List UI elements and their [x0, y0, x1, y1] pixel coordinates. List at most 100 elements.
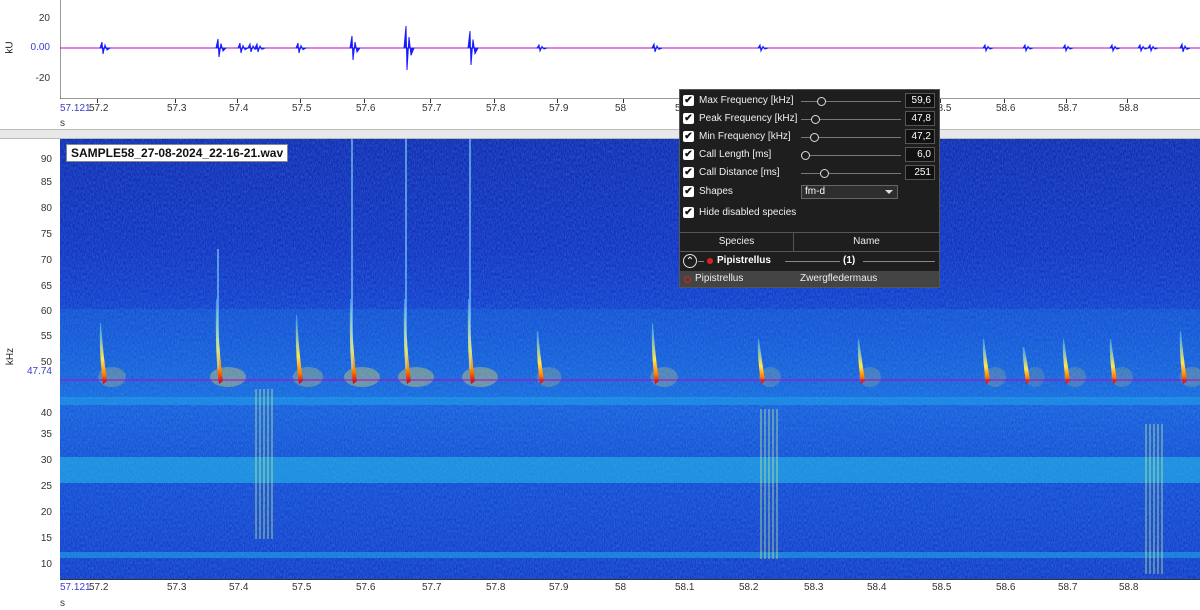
waveform-y-tick: -20	[35, 73, 50, 84]
waveform-burst	[757, 43, 769, 53]
call-length-value[interactable]: 6,0	[905, 147, 935, 162]
waveform-burst	[1022, 43, 1034, 53]
call-distance-slider-track[interactable]	[801, 173, 901, 174]
harmonic-cluster	[1157, 424, 1159, 574]
max-frequency-value[interactable]: 59,6	[905, 93, 935, 108]
max-frequency-checkbox[interactable]: ✔	[683, 95, 694, 106]
peak-frequency-slider-knob[interactable]	[811, 115, 820, 124]
spectrogram-y-tick: 90	[40, 154, 52, 165]
spectrogram-x-tick: 58.6	[996, 582, 1016, 593]
peak-frequency-value[interactable]: 47,8	[905, 111, 935, 126]
filter-row-shapes[interactable]: ✔ Shapes fm-d	[680, 183, 939, 201]
species-group-row[interactable]: ⌃ Pipistrellus (1)	[680, 252, 939, 270]
harmonic-cluster	[1145, 424, 1147, 574]
waveform-x-tick: 57.8	[486, 103, 506, 114]
max-frequency-slider-knob[interactable]	[817, 97, 826, 106]
spectrogram-y-tick: 10	[40, 559, 52, 570]
spectrogram-x-tick: 58	[615, 582, 627, 593]
spectrogram-y-tick: 60	[40, 306, 52, 317]
waveform-y-tick: 20	[38, 13, 50, 24]
max-frequency-slider-track[interactable]	[801, 101, 901, 102]
spectrogram-plot[interactable]	[60, 139, 1200, 579]
shapes-label: Shapes	[699, 186, 733, 197]
min-frequency-checkbox[interactable]: ✔	[683, 131, 694, 142]
collapse-glyph: ⌃	[685, 256, 695, 267]
peak-frequency-checkbox[interactable]: ✔	[683, 113, 694, 124]
call-length-label: Call Length [ms]	[699, 149, 772, 160]
waveform-plot[interactable]	[59, 0, 1200, 100]
species-column-header[interactable]: Species	[680, 232, 794, 252]
spectrogram-x-tick: 57.4	[229, 582, 249, 593]
shapes-checkbox[interactable]: ✔	[683, 186, 694, 197]
min-frequency-value[interactable]: 47,2	[905, 129, 935, 144]
harmonic-cluster	[267, 389, 269, 539]
min-frequency-slider-knob[interactable]	[810, 133, 819, 142]
spectrogram-y-tick: 85	[40, 177, 52, 188]
spectrogram-x-tick: 57.2	[89, 582, 109, 593]
call-distance-checkbox[interactable]: ✔	[683, 167, 694, 178]
spectrogram-x-tick: 57.8	[486, 582, 506, 593]
call-length-checkbox[interactable]: ✔	[683, 149, 694, 160]
filter-row-call-distance[interactable]: ✔ Call Distance [ms] 251	[680, 164, 939, 182]
waveform-burst	[99, 41, 112, 55]
filter-row-max-frequency[interactable]: ✔ Max Frequency [kHz] 59,6	[680, 92, 939, 110]
peak-frequency-label: Peak Frequency [kHz]	[699, 113, 798, 124]
min-frequency-label: Min Frequency [kHz]	[699, 131, 791, 142]
waveform-burst	[982, 43, 994, 53]
spectrogram-x-tick: 58.5	[932, 582, 952, 593]
waveform-burst	[403, 25, 415, 71]
filter-row-call-length[interactable]: ✔ Call Length [ms] 6,0	[680, 146, 939, 164]
waveform-panel[interactable]: kU 20 0.00 -20 57.121 57.2 57.3 57.4 57.5 57…	[0, 0, 1200, 129]
waveform-x-start: 57.121	[60, 103, 91, 114]
waveform-burst	[1147, 43, 1159, 53]
filter-row-peak-frequency[interactable]: ✔ Peak Frequency [kHz] 47,8	[680, 110, 939, 128]
spectrogram-y-tick: 80	[40, 203, 52, 214]
hide-disabled-checkbox[interactable]: ✔	[683, 207, 694, 218]
spectrogram-x-tick: 58.2	[739, 582, 759, 593]
waveform-x-tick: 58.7	[1058, 103, 1078, 114]
call-distance-slider-knob[interactable]	[820, 169, 829, 178]
group-label: Pipistrellus	[717, 255, 771, 266]
shapes-dropdown-value: fm-d	[805, 186, 825, 197]
waveform-svg	[59, 0, 1200, 100]
collapse-icon[interactable]: ⌃	[683, 254, 697, 268]
species-filter-panel[interactable]: ✔ Max Frequency [kHz] 59,6 ✔ Peak Freque…	[679, 89, 940, 288]
spectrogram-x-tick: 58.4	[867, 582, 887, 593]
waveform-burst	[237, 42, 250, 54]
waveform-burst	[295, 42, 308, 54]
waveform-burst	[1109, 43, 1121, 53]
species-cell: Pipistrellus	[695, 273, 744, 284]
name-column-header[interactable]: Name	[794, 232, 939, 252]
filter-row-hide-disabled[interactable]: ✔ Hide disabled species	[680, 204, 939, 222]
species-row[interactable]: Pipistrellus Zwergfledermaus	[680, 271, 939, 287]
spectrogram-y-tick: 20	[40, 507, 52, 518]
waveform-x-tick: 57.4	[229, 103, 249, 114]
spectrogram-y-tick: 25	[40, 481, 52, 492]
call-length-slider-knob[interactable]	[801, 151, 810, 160]
waveform-burst	[215, 38, 228, 58]
waveform-burst	[349, 35, 361, 61]
call-distance-label: Call Distance [ms]	[699, 167, 780, 178]
spectrogram-x-tick: 58.7	[1058, 582, 1078, 593]
harmonic-cluster	[764, 409, 766, 559]
waveform-y-tick: 0.00	[30, 42, 50, 53]
call-length-slider-track[interactable]	[801, 155, 901, 156]
harmonic-cluster	[259, 389, 261, 539]
group-line-mid	[785, 261, 840, 262]
harmonic-cluster	[772, 409, 774, 559]
chevron-down-icon	[885, 190, 893, 194]
harmonic-cluster	[255, 389, 257, 539]
shapes-dropdown[interactable]: fm-d	[801, 185, 898, 199]
species-status-dot-icon	[684, 276, 691, 283]
filter-row-min-frequency[interactable]: ✔ Min Frequency [kHz] 47,2	[680, 128, 939, 146]
spectrogram-x-tick: 57.5	[292, 582, 312, 593]
spectrogram-x-unit: s	[60, 598, 65, 609]
call-distance-value[interactable]: 251	[905, 165, 935, 180]
harmonic-cluster	[1153, 424, 1155, 574]
harmonic-cluster	[768, 409, 770, 559]
spectrogram-x-tick: 57.6	[356, 582, 376, 593]
harmonic-cluster	[263, 389, 265, 539]
waveform-x-tick: 57.9	[549, 103, 569, 114]
spectrogram-x-start: 57.121	[60, 582, 91, 593]
waveform-burst	[1179, 42, 1191, 53]
